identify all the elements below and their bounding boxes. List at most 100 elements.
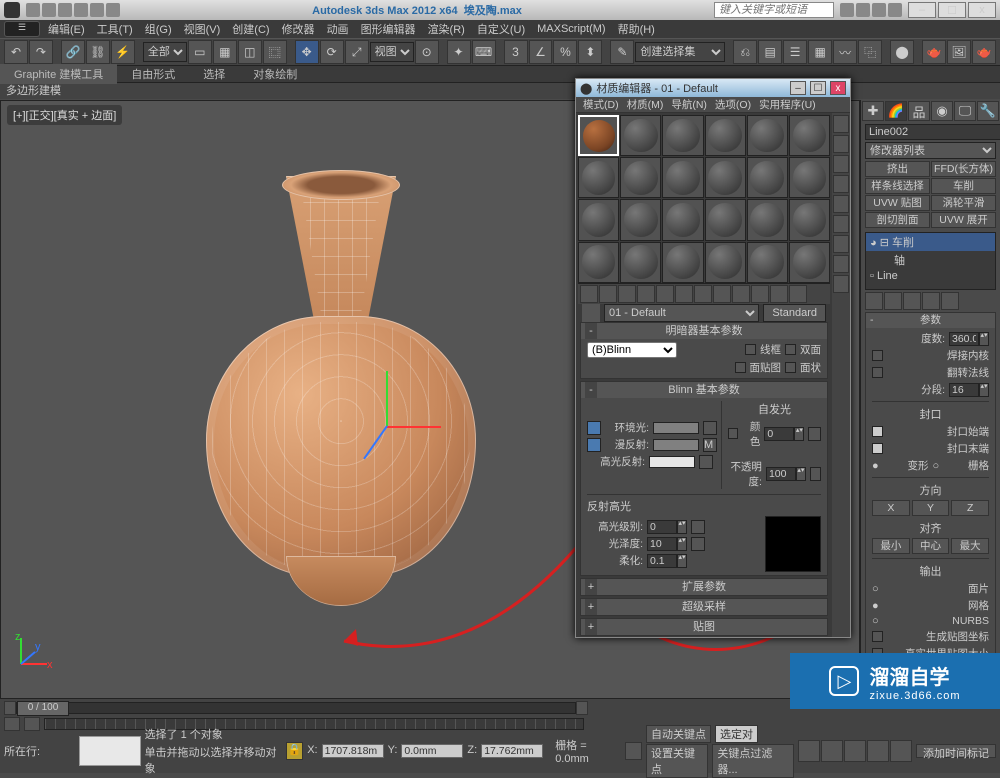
specular-level-spinner[interactable] [647,520,677,534]
dir-y-button[interactable]: Y [912,500,950,516]
menu-modifiers[interactable]: 修改器 [278,21,319,37]
keymode-dropdown[interactable]: 选定对 [715,725,758,743]
soften-spinner[interactable] [647,554,677,568]
cap-start-checkbox[interactable]: ✓ [872,426,883,437]
opacity-map-button[interactable] [810,467,821,481]
go-parent-icon[interactable] [770,285,788,303]
select-object-button[interactable]: ▭ [188,40,212,64]
opacity-spinner[interactable] [766,467,796,481]
tab-motion[interactable]: ◉ [931,101,953,121]
undo-button[interactable]: ↶ [4,40,28,64]
dir-x-button[interactable]: X [872,500,910,516]
backlight-icon[interactable] [833,135,849,153]
select-by-mat-icon[interactable] [833,255,849,273]
scale-button[interactable]: ⤢ [345,40,369,64]
material-editor-titlebar[interactable]: ⬤ 材质编辑器 - 01 - Default – ☐ x [576,79,850,97]
viewport-label[interactable]: [+][正交][真实 + 边面] [7,105,122,125]
ribbon-toggle-button[interactable]: ▦ [808,40,832,64]
flip-normals-checkbox[interactable] [872,367,883,378]
stack-item-lathe[interactable]: ◕ ⊟ 车削 [866,233,995,251]
render-production-button[interactable]: 🫖 [972,40,996,64]
coord-x-input[interactable] [322,744,384,758]
application-button[interactable]: ☰ [4,21,40,37]
goto-start-icon[interactable] [798,740,820,762]
select-region-button[interactable]: ◫ [238,40,262,64]
faceted-checkbox[interactable] [785,362,796,373]
ribbon-tab-freeform[interactable]: 自由形式 [117,64,189,84]
unlink-button[interactable]: ⛓ [86,40,110,64]
glossiness-spinner[interactable] [647,537,677,551]
output-patch-radio[interactable]: 面片 [886,581,989,596]
next-frame-icon[interactable] [867,740,889,762]
sample-slot[interactable] [662,199,703,240]
show-in-viewport-icon[interactable] [732,285,750,303]
select-name-button[interactable]: ▦ [213,40,237,64]
redo-button[interactable]: ↷ [29,40,53,64]
diffuse-lock-icon[interactable] [587,438,601,452]
script-listener-mini[interactable] [79,736,141,766]
show-result-icon[interactable] [884,292,902,310]
menu-rendering[interactable]: 渲染(R) [424,21,469,37]
align-button[interactable]: ▤ [758,40,782,64]
menu-group[interactable]: 组(G) [141,21,176,37]
tab-hierarchy[interactable]: 品 [908,101,930,121]
output-mesh-radio[interactable]: 网格 [886,598,989,613]
output-nurbs-radio[interactable]: NURBS [886,615,989,627]
menu-tools[interactable]: 工具(T) [93,21,137,37]
prev-frame-icon[interactable] [821,740,843,762]
glossiness-map-button[interactable] [691,537,705,551]
time-slider-track[interactable]: 0 / 100 [16,702,576,714]
modifier-list-dropdown[interactable]: 修改器列表 [865,142,996,159]
sample-slot[interactable] [789,115,830,156]
add-time-tag[interactable]: 添加时间标记 [916,744,996,758]
trackbar-filter-icon[interactable] [24,717,40,731]
cap-end-checkbox[interactable]: ✓ [872,443,883,454]
sample-slot[interactable] [662,242,703,283]
time-slider-thumb[interactable]: 0 / 100 [17,701,69,716]
menu-animation[interactable]: 动画 [323,21,353,37]
tab-modify[interactable]: 🌈 [885,101,907,121]
ribbon-tab-selection[interactable]: 选择 [189,64,239,84]
sample-slot[interactable] [747,199,788,240]
put-to-scene-icon[interactable] [599,285,617,303]
refcoord-dropdown[interactable]: 视图 [370,42,414,62]
window-crossing-button[interactable]: ⿴ [263,40,287,64]
mod-btn-uvwmap[interactable]: UVW 贴图 [865,195,930,211]
modifier-stack[interactable]: ◕ ⊟ 车削 轴 ▫ Line [865,232,996,290]
grid-radio[interactable]: 栅格 [947,458,990,473]
pick-material-icon[interactable] [582,304,600,322]
manipulate-button[interactable]: ✦ [447,40,471,64]
mod-btn-ffd[interactable]: FFD(长方体) [931,161,996,177]
show-end-result-icon[interactable] [751,285,769,303]
maximize-button[interactable]: ☐ [938,2,966,18]
weld-core-checkbox[interactable] [872,350,883,361]
sample-slot[interactable] [789,199,830,240]
reset-map-icon[interactable] [637,285,655,303]
tab-display[interactable]: 🖵 [954,101,976,121]
curve-editor-button[interactable]: 〰 [833,40,857,64]
coord-y-input[interactable] [401,744,463,758]
sample-slot[interactable] [705,242,746,283]
sample-slot[interactable] [705,115,746,156]
shader-type-dropdown[interactable]: (B)Blinn [587,342,677,358]
tab-create[interactable]: ✚ [862,101,884,121]
rollup-supersampling-head[interactable]: +超级采样 [581,599,827,615]
rollup-blinn-head[interactable]: -Blinn 基本参数 [581,382,827,398]
track-bar-ruler[interactable] [44,718,584,730]
isolate-toggle-icon[interactable] [625,742,642,760]
spinner-snap-button[interactable]: ⬍ [578,40,602,64]
rollup-maps-head[interactable]: +贴图 [581,619,827,635]
morph-radio[interactable]: 变形 [886,458,929,473]
menu-maxscript[interactable]: MAXScript(M) [533,23,609,35]
dir-z-button[interactable]: Z [951,500,989,516]
menu-grapheditors[interactable]: 图形编辑器 [357,21,420,37]
go-sibling-icon[interactable] [789,285,807,303]
background-icon[interactable] [833,155,849,173]
material-name-dropdown[interactable]: 01 - Default [604,304,759,322]
ambient-lock-icon[interactable] [587,421,601,435]
stack-item-line[interactable]: ▫ Line [866,269,995,283]
make-preview-icon[interactable] [833,215,849,233]
sample-slot[interactable] [747,115,788,156]
sample-type-icon[interactable] [833,115,849,133]
ambient-lock2-icon[interactable] [703,421,717,435]
